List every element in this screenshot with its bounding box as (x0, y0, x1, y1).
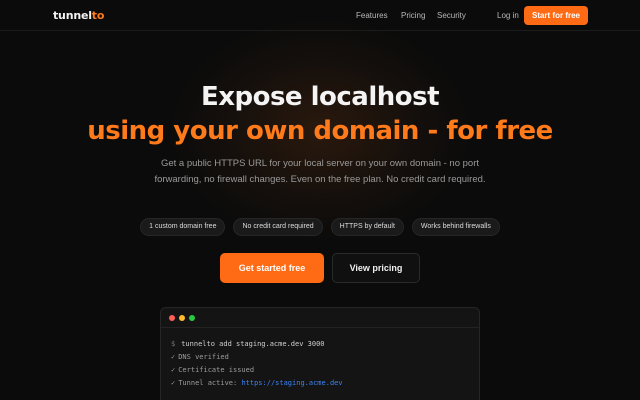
logo-prefix: tunnel (53, 9, 92, 22)
hero-title: Expose localhost (200, 82, 440, 112)
terminal-output-text: Certificate issued (178, 366, 255, 374)
badge-custom-domain: 1 custom domain free (140, 218, 226, 236)
terminal-output-line: ✓ Certificate issued (171, 364, 479, 377)
tunnel-url-link[interactable]: https://staging.acme.dev (241, 379, 342, 387)
nav-link-security[interactable]: Security (437, 11, 466, 20)
prompt-symbol: $ (171, 340, 176, 348)
start-for-free-button[interactable]: Start for free (524, 6, 588, 25)
badge-no-credit-card: No credit card required (233, 218, 323, 236)
logo-suffix: to (91, 9, 105, 22)
check-icon: ✓ (171, 379, 176, 387)
check-icon: ✓ (171, 353, 176, 361)
hero-title-accent: using your own domain - for free (87, 116, 553, 146)
terminal-window: $ tunnelto add staging.acme.dev 3000 ✓ DNS… (160, 307, 480, 400)
tunnel-active-label: Tunnel active: (178, 379, 238, 387)
terminal-command: tunnelto add staging.acme.dev 3000 (181, 340, 325, 348)
logo[interactable]: tunnelto (53, 9, 104, 22)
check-icon: ✓ (171, 366, 176, 374)
feature-badges: 1 custom domain free No credit card requ… (0, 218, 640, 236)
hero-subtitle: Get a public HTTPS URL for your local se… (154, 158, 486, 185)
badge-https: HTTPS by default (330, 218, 404, 236)
login-link[interactable]: Log in (497, 11, 519, 20)
terminal-output-text: DNS verified (178, 353, 229, 361)
nav-link-pricing[interactable]: Pricing (401, 11, 425, 20)
close-dot-icon (169, 315, 175, 321)
top-nav: tunnelto Features Pricing Security Log i… (0, 0, 640, 31)
get-started-button[interactable]: Get started free (220, 253, 324, 283)
minimize-dot-icon (179, 315, 185, 321)
terminal-body: $ tunnelto add staging.acme.dev 3000 ✓ DNS… (161, 328, 479, 390)
maximize-dot-icon (189, 315, 195, 321)
badge-firewalls: Works behind firewalls (411, 218, 500, 236)
terminal-titlebar (161, 308, 479, 328)
nav-link-features[interactable]: Features (356, 11, 388, 20)
terminal-command-line: $ tunnelto add staging.acme.dev 3000 (171, 338, 479, 351)
view-pricing-button[interactable]: View pricing (332, 253, 420, 283)
terminal-output-line: ✓ Tunnel active: https://staging.acme.dev (171, 377, 479, 390)
terminal-output-line: ✓ DNS verified (171, 351, 479, 364)
